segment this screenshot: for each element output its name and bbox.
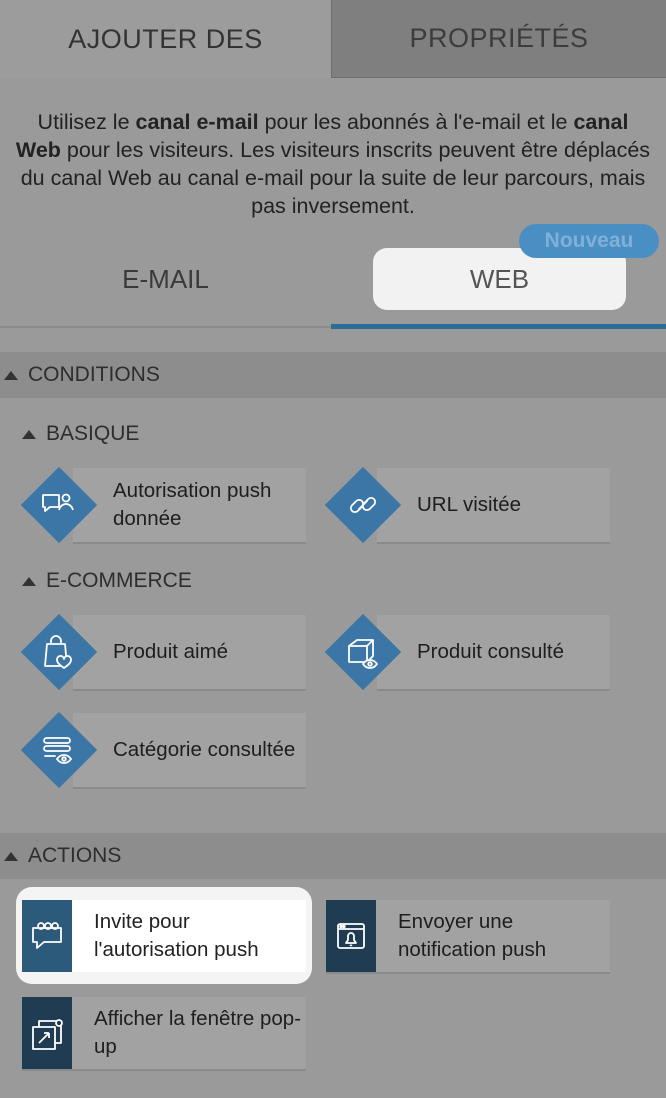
- collapse-triangle-icon: [4, 370, 18, 380]
- chat-dots-icon: [22, 900, 72, 972]
- active-tab-indicator: [331, 324, 666, 329]
- condition-card-push-permission[interactable]: Autorisation push donnée: [73, 468, 306, 542]
- condition-card-category-viewed[interactable]: Catégorie consultée: [73, 713, 306, 787]
- collapse-triangle-icon: [22, 576, 36, 586]
- action-card-show-popup[interactable]: Afficher la fenêtre pop-up: [22, 997, 306, 1069]
- card-label: Invite pour l'autorisation push: [94, 910, 259, 961]
- tab-add[interactable]: AJOUTER DES: [0, 0, 331, 78]
- condition-card-url-visited[interactable]: URL visitée: [377, 468, 610, 542]
- popup-icon: [22, 997, 72, 1069]
- collapse-triangle-icon: [22, 429, 36, 439]
- section-actions[interactable]: ACTIONS: [0, 833, 666, 879]
- link-icon: [341, 483, 385, 527]
- section-actions-title: ACTIONS: [28, 844, 122, 867]
- bag-heart-icon: [37, 630, 81, 674]
- action-card-send-push[interactable]: Envoyer une notification push: [326, 900, 610, 972]
- intro-text: Utilisez le canal e-mail pour les abonné…: [15, 110, 651, 218]
- card-label: Autorisation push donnée: [113, 479, 272, 530]
- card-label: URL visitée: [417, 493, 522, 516]
- list-eye-icon: [37, 728, 81, 772]
- card-label: Produit aimé: [113, 640, 229, 663]
- collapse-triangle-icon: [4, 851, 18, 861]
- subsection-ecommerce-title: E-COMMERCE: [46, 569, 192, 592]
- channel-tab-email[interactable]: E-MAIL: [0, 248, 331, 310]
- action-card-push-prompt[interactable]: Invite pour l'autorisation push: [22, 900, 306, 972]
- card-label: Produit consulté: [417, 640, 565, 663]
- condition-card-product-liked[interactable]: Produit aimé: [73, 615, 306, 689]
- tab-underline: [0, 326, 331, 328]
- card-label: Catégorie consultée: [113, 738, 296, 761]
- top-tabs: AJOUTER DES PROPRIÉTÉS: [0, 0, 666, 78]
- tab-properties[interactable]: PROPRIÉTÉS: [331, 0, 666, 78]
- condition-card-product-viewed[interactable]: Produit consulté: [377, 615, 610, 689]
- subsection-basique[interactable]: BASIQUE: [22, 422, 139, 446]
- subsection-basique-title: BASIQUE: [46, 422, 140, 445]
- box-eye-icon: [341, 630, 385, 674]
- bell-window-icon: [326, 900, 376, 972]
- section-conditions-title: CONDITIONS: [28, 363, 160, 386]
- subsection-ecommerce[interactable]: E-COMMERCE: [22, 569, 192, 593]
- card-label: Envoyer une notification push: [398, 910, 547, 961]
- new-badge: Nouveau: [519, 224, 659, 258]
- card-label: Afficher la fenêtre pop-up: [94, 1007, 302, 1058]
- chat-user-icon: [37, 483, 81, 527]
- section-conditions[interactable]: CONDITIONS: [0, 352, 666, 398]
